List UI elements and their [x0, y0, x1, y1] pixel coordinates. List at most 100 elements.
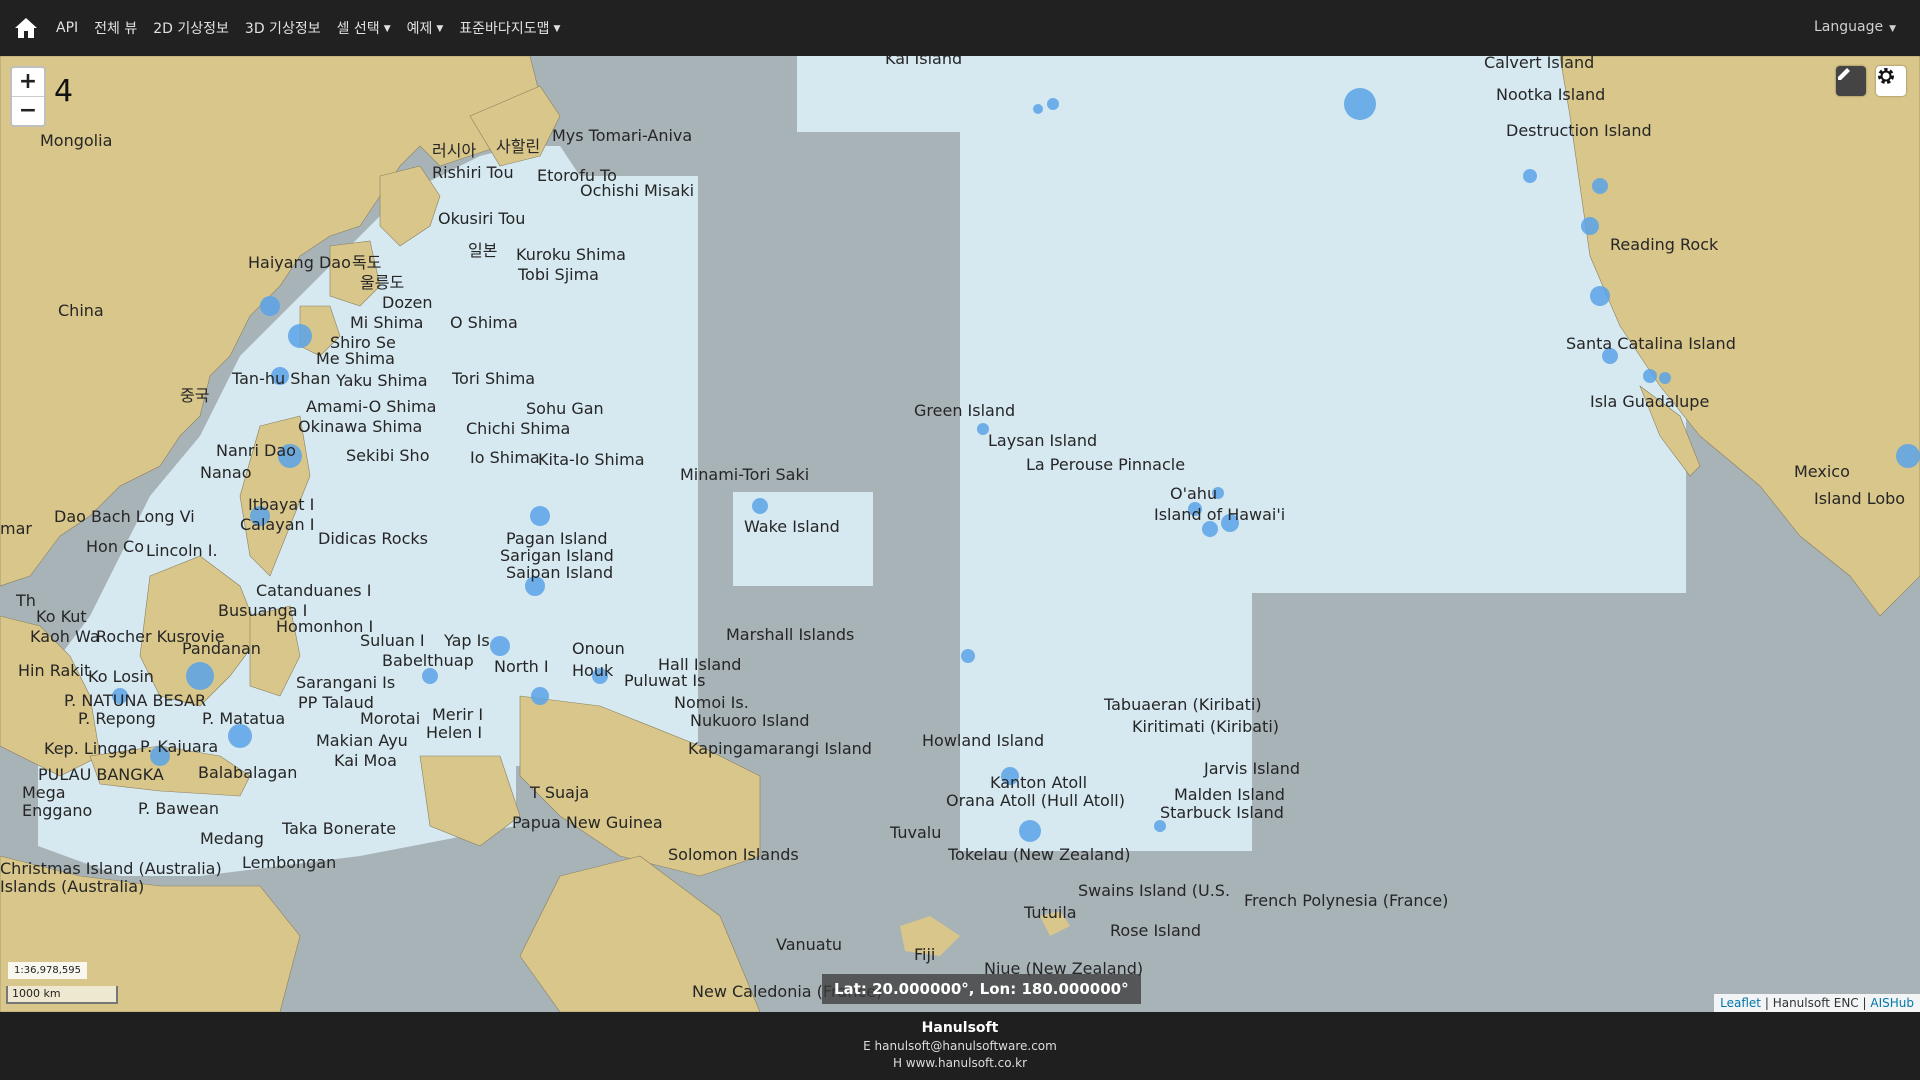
label-kajuara: P. Kajuara	[140, 737, 218, 756]
label-t-suaja: T Suaja	[529, 783, 589, 802]
footer: Hanulsoft E hanulsoft@hanulsoftware.com …	[0, 1012, 1920, 1080]
edit-button[interactable]	[1836, 66, 1866, 96]
label-vanuatu: Vanuatu	[776, 935, 842, 954]
label-okusiri: Okusiri Tou	[438, 209, 525, 228]
label-hon-co: Hon Co	[86, 537, 144, 556]
label-sohu: Sohu Gan	[526, 399, 604, 418]
label-japan-kr: 일본	[468, 241, 497, 260]
aishub-link[interactable]: AISHub	[1870, 996, 1914, 1010]
nav-3d-weather[interactable]: 3D 기상정보	[245, 18, 321, 38]
separator: |	[1764, 996, 1773, 1010]
label-balabalagan: Balabalagan	[198, 763, 297, 782]
label-tabuaeran: Tabuaeran (Kiribati)	[1103, 695, 1262, 714]
label-mar: mar	[0, 519, 32, 538]
label-repong: P. Repong	[78, 709, 156, 728]
label-bawean: P. Bawean	[138, 799, 219, 818]
leaflet-link[interactable]: Leaflet	[1720, 996, 1761, 1010]
label-kiritimati: Kiritimati (Kiribati)	[1132, 717, 1279, 736]
label-kaoh-wa: Kaoh Wa	[30, 627, 100, 646]
label-mongolia: Mongolia	[40, 131, 112, 150]
label-io: Io Shima	[470, 448, 540, 467]
label-tobi: Tobi Sjima	[517, 265, 599, 284]
nav-api[interactable]: API	[56, 20, 78, 36]
nav-cell-select-dropdown[interactable]: 셀 선택 ▼	[337, 18, 391, 38]
label-china: China	[58, 301, 104, 320]
label-onoun: Onoun	[572, 639, 625, 658]
label-itbayat: Itbayat I	[248, 495, 314, 514]
label-tan-hu: Tan-hu Shan	[231, 369, 330, 388]
label-me-shima: Me Shima	[316, 349, 395, 368]
label-ko-kut: Ko Kut	[36, 607, 87, 626]
label-saipan: Saipan Island	[506, 563, 613, 582]
label-sarangani: Sarangani Is	[296, 673, 395, 692]
label-minami-tori: Minami-Tori Saki	[680, 465, 809, 484]
label-solomon: Solomon Islands	[668, 845, 799, 864]
label-kai-island: Kai Island	[885, 56, 962, 68]
label-chichi: Chichi Shima	[466, 419, 570, 438]
nav-standard-sea-map-label: 표준바다지도맵	[459, 21, 550, 37]
label-fiji: Fiji	[914, 945, 935, 964]
label-homonhon: Homonhon I	[276, 617, 373, 636]
label-hawaii: Island of Hawai'i	[1154, 505, 1285, 524]
label-yap: Yap Is	[443, 631, 490, 650]
label-marshall: Marshall Islands	[726, 625, 854, 644]
label-catanduanes: Catanduanes I	[256, 581, 371, 600]
label-nanri: Nanri Dao	[216, 441, 296, 460]
label-kuroku: Kuroku Shima	[516, 245, 626, 264]
label-hin-rakit: Hin Rakit	[18, 661, 90, 680]
map-view[interactable]: Mongolia China 중국 러시아 사할린 일본 Mys Tomari-…	[0, 56, 1920, 1012]
home-icon[interactable]	[12, 14, 40, 42]
label-sekibi: Sekibi Sho	[346, 446, 429, 465]
zoom-out-button[interactable]: −	[12, 97, 44, 125]
label-okinawa: Okinawa Shima	[298, 417, 422, 436]
label-puluwat: Puluwat Is	[624, 671, 705, 690]
label-kanton: Kanton Atoll	[990, 773, 1087, 792]
label-lembongan: Lembongan	[242, 853, 336, 872]
label-suluan: Suluan I	[360, 631, 425, 650]
label-o-shima: O Shima	[450, 313, 518, 332]
caret-down-icon: ▼	[383, 24, 391, 34]
label-green: Green Island	[914, 401, 1015, 420]
label-destruction: Destruction Island	[1506, 121, 1652, 140]
label-natuna: P. NATUNA BESAR	[64, 691, 206, 710]
nav-examples-dropdown[interactable]: 예제 ▼	[407, 18, 444, 38]
settings-button[interactable]	[1876, 66, 1906, 96]
label-haiyang: Haiyang Dao	[248, 253, 351, 272]
cursor-coordinates: Lat: 20.000000°, Lon: 180.000000°	[822, 974, 1141, 1004]
label-kep-lingga: Kep. Lingga	[44, 739, 137, 758]
zoom-in-button[interactable]: +	[12, 68, 44, 97]
label-th: Th	[15, 591, 36, 610]
label-pulau-bangka: PULAU BANGKA	[38, 765, 164, 784]
label-houk: Houk	[572, 661, 614, 680]
label-lincoln: Lincoln I.	[146, 541, 218, 560]
attribution: Leaflet | Hanulsoft ENC | AISHub	[1714, 994, 1920, 1012]
nav-examples-label: 예제	[406, 21, 433, 37]
label-starbuck: Starbuck Island	[1160, 803, 1284, 822]
label-north-i: North I	[494, 657, 549, 676]
label-kapinga: Kapingamarangi Island	[688, 739, 872, 758]
label-tokelau: Tokelau (New Zealand)	[947, 845, 1130, 864]
nav-cell-select-label: 셀 선택	[336, 21, 380, 37]
label-dozen: Dozen	[382, 293, 433, 312]
label-reading: Reading Rock	[1610, 235, 1719, 254]
footer-brand: Hanulsoft	[921, 1020, 999, 1036]
label-santa-catalina: Santa Catalina Island	[1566, 334, 1736, 353]
label-sakhalin-kr: 사할린	[496, 137, 540, 156]
label-isla-guadalupe: Isla Guadalupe	[1590, 392, 1709, 411]
label-jarvis: Jarvis Island	[1203, 759, 1300, 778]
label-islands-aus: Islands (Australia)	[0, 877, 144, 896]
label-howland: Howland Island	[922, 731, 1044, 750]
nav-2d-weather[interactable]: 2D 기상정보	[153, 18, 229, 38]
label-china-kr: 중국	[180, 386, 209, 405]
caret-down-icon: ▼	[1889, 24, 1896, 34]
enc-attribution: Hanulsoft ENC	[1772, 996, 1859, 1010]
label-didicas: Didicas Rocks	[318, 529, 428, 548]
label-malden: Malden Island	[1174, 785, 1285, 804]
caret-down-icon: ▼	[553, 24, 561, 34]
language-dropdown[interactable]: Language ▼	[1814, 19, 1896, 35]
nav-full-view[interactable]: 전체 뷰	[94, 18, 137, 38]
nav-standard-sea-map-dropdown[interactable]: 표준바다지도맵 ▼	[459, 18, 560, 38]
zoom-control: + −	[10, 66, 46, 127]
label-mega: Mega	[22, 783, 66, 802]
label-ochishi: Ochishi Misaki	[580, 181, 694, 200]
